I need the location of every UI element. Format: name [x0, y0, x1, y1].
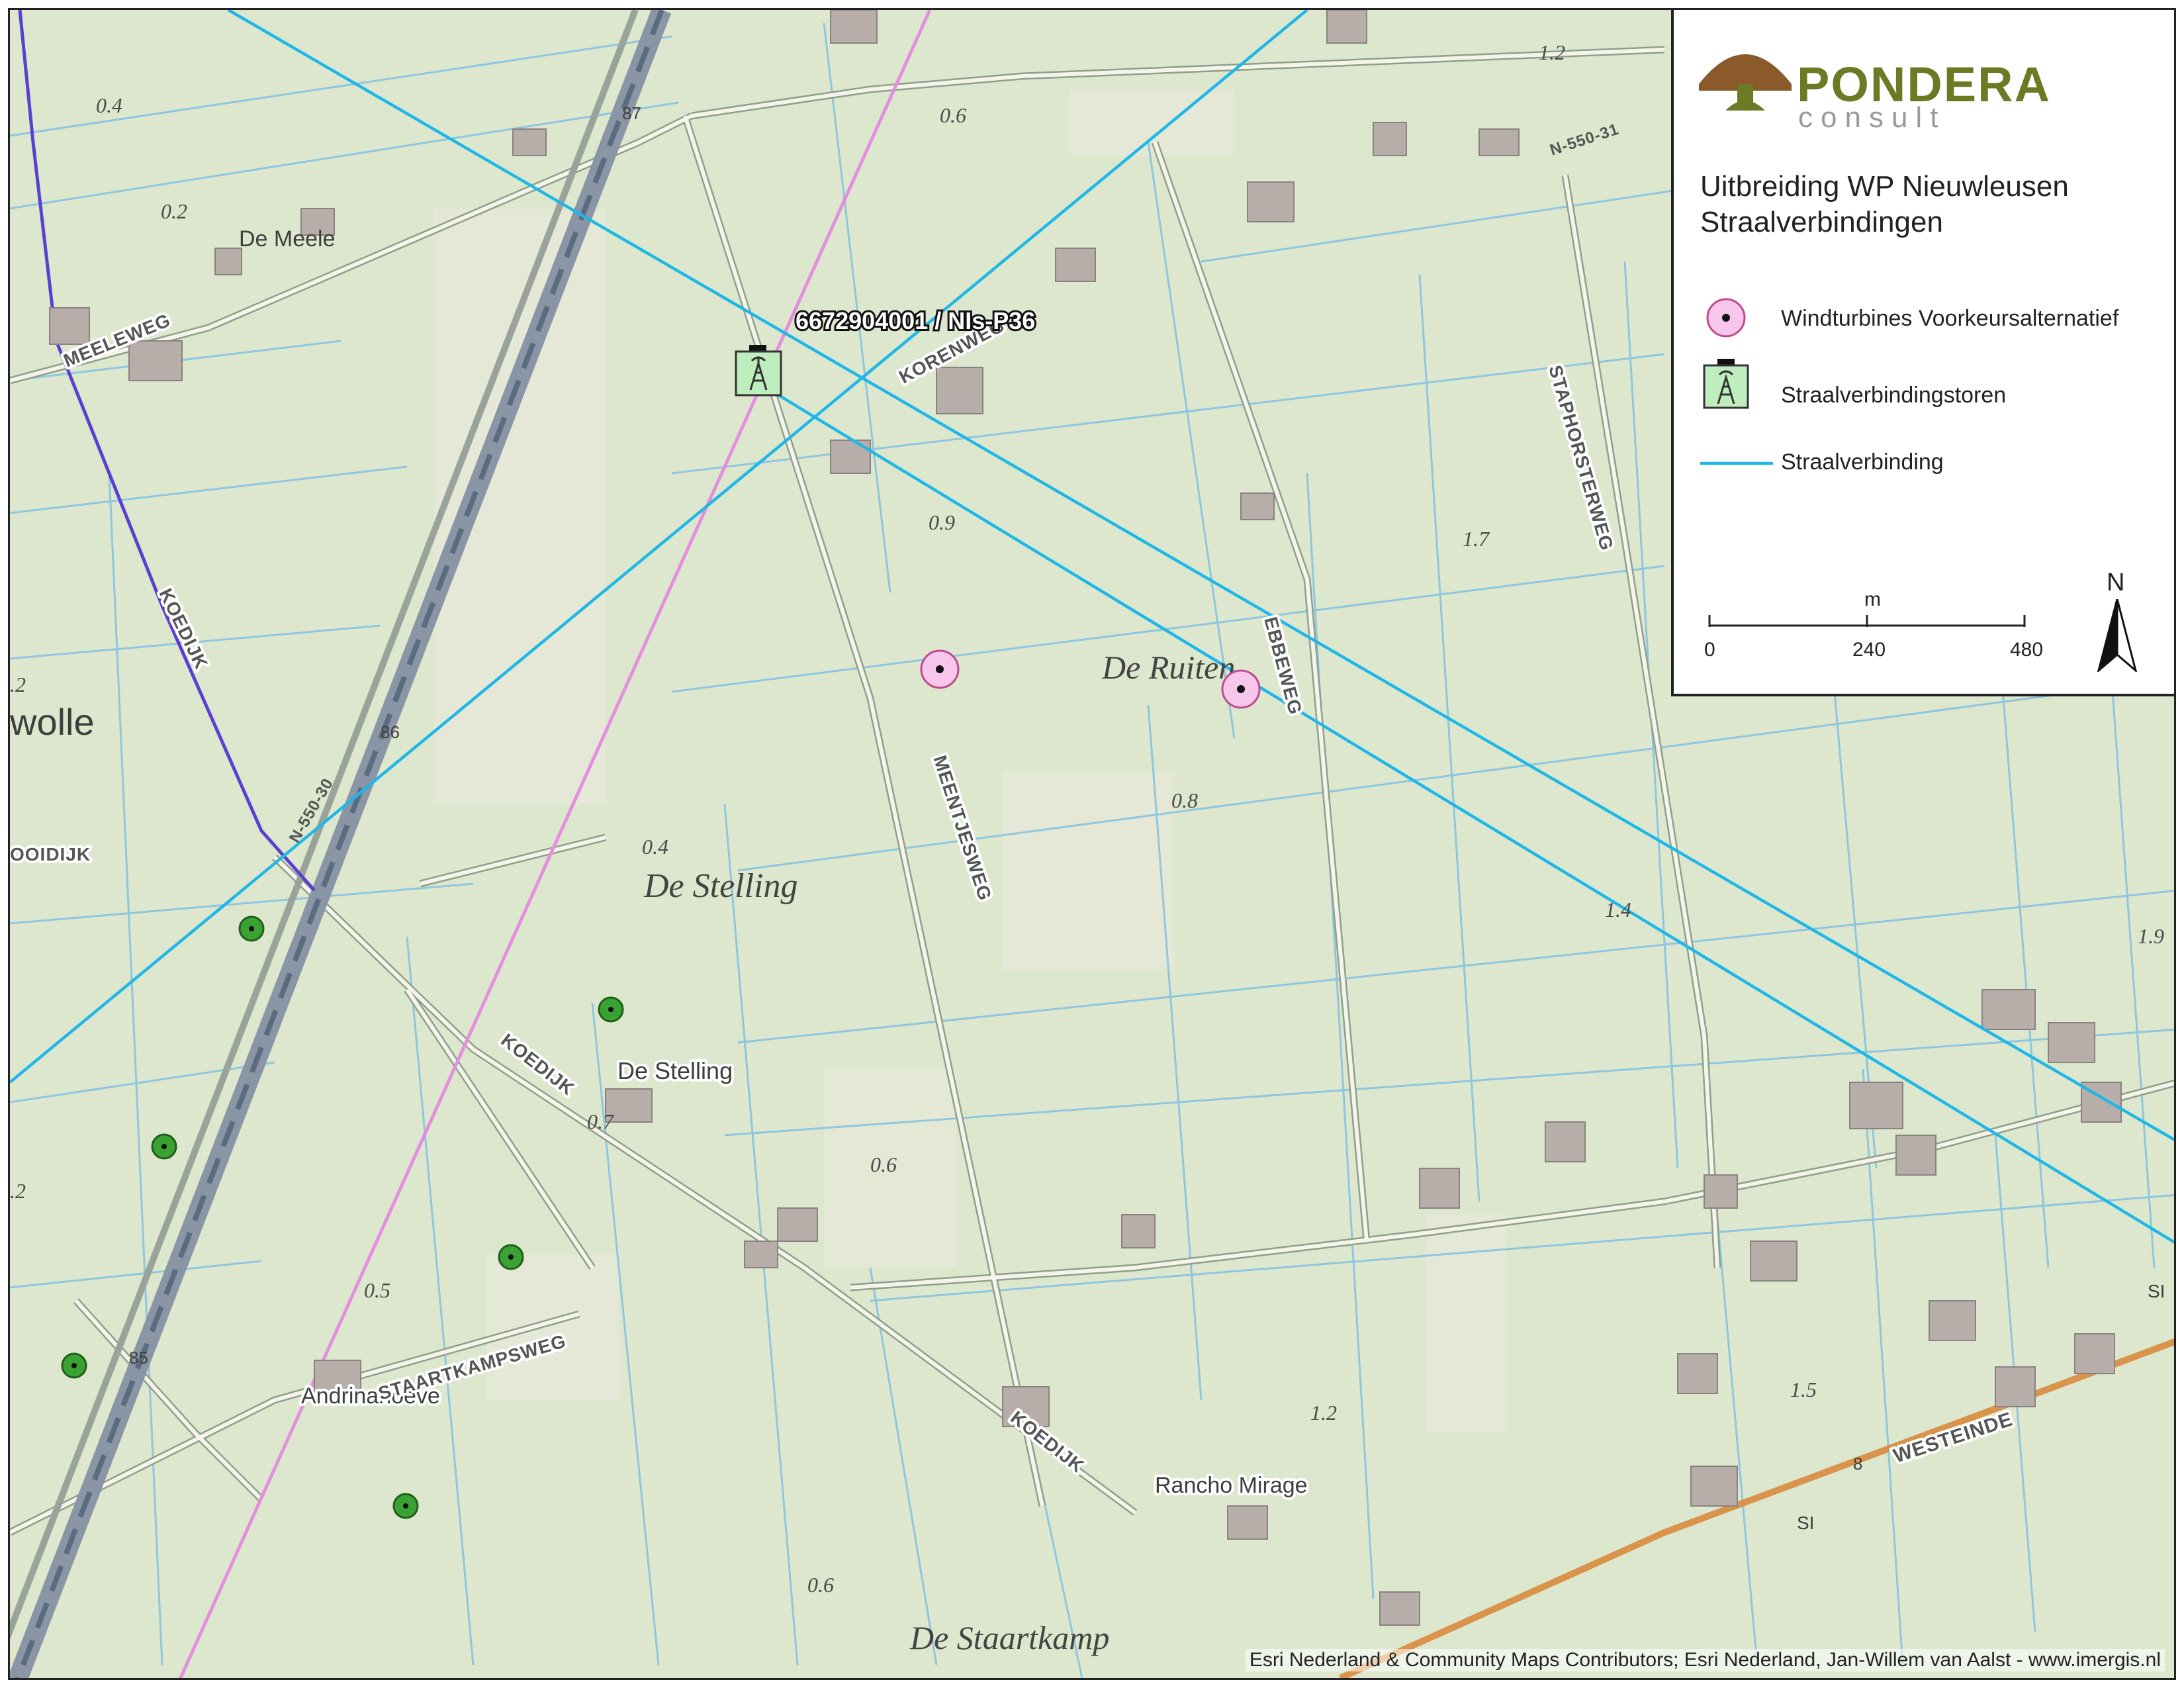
existing-turbine: [151, 1133, 177, 1160]
km-marker: 8: [1853, 1454, 1862, 1474]
legend-symbol-turbine: [1706, 298, 1746, 338]
existing-turbine: [392, 1493, 419, 1519]
map-subtitle: Straalverbindingen: [1700, 206, 1943, 238]
km-marker: 85: [129, 1348, 148, 1368]
proposed-turbine[interactable]: [1221, 669, 1261, 709]
legend-label-beam: Straalverbinding: [1781, 449, 1944, 475]
place-label-zwolle: wolle: [10, 701, 95, 743]
map-abbrev-label: SI: [1797, 1513, 1814, 1533]
legend-label-tower: Straalverbindingstoren: [1781, 383, 2007, 408]
elevation-label: .2: [10, 1179, 26, 1203]
elevation-label: 0.4: [96, 93, 122, 117]
field-light-4: [1426, 1215, 1506, 1433]
elevation-label: 1.4: [1605, 898, 1631, 921]
elevation-label: .2: [10, 673, 26, 696]
elevation-label: 1.9: [2138, 924, 2164, 948]
legend-label-turbines: Windturbines Voorkeursalternatief: [1781, 306, 2119, 331]
field-light-2: [1003, 771, 1175, 970]
elevation-label: 1.2: [1310, 1401, 1337, 1425]
elevation-label: 0.8: [1171, 788, 1198, 812]
elevation-label: 1.5: [1790, 1378, 1817, 1401]
elevation-label: 0.7: [587, 1109, 615, 1133]
elevation-label: 0.4: [642, 835, 668, 859]
scale-tick-0: 0: [1704, 639, 1715, 661]
place-label-rancho-mirage: Rancho Mirage: [1155, 1473, 1308, 1498]
field-light-1: [433, 209, 606, 804]
place-label-de-ruiten: De Ruiten: [1101, 649, 1235, 686]
place-label-de-meele-1: De Meele: [239, 226, 336, 252]
map-abbrev-label: SI: [2148, 1281, 2165, 1301]
elevation-label: 0.9: [929, 510, 955, 534]
legend-panel: PONDERA consult Uitbreiding WP Nieuwleus…: [1671, 10, 2174, 696]
existing-turbine: [598, 996, 624, 1023]
road-label-ooidijk: OOIDIJK: [10, 844, 91, 865]
scale-tick-480: 480: [2010, 639, 2044, 661]
scale-unit: m: [1864, 588, 1881, 610]
field-light-6: [486, 1254, 619, 1400]
elevation-label: 0.5: [364, 1278, 390, 1302]
legend-symbol-tower: [1703, 359, 1749, 409]
field-light-5: [1069, 89, 1234, 156]
km-marker: 86: [381, 722, 400, 742]
existing-turbine: [238, 915, 265, 942]
north-label: N: [2107, 569, 2125, 596]
tower-label: 6672904001 / NIs-P36: [796, 307, 1035, 334]
pondera-logo-icon: [1699, 54, 1792, 111]
place-label-de-stelling-1: De Stelling: [643, 867, 798, 905]
elevation-label: 1.7: [1463, 527, 1490, 551]
elevation-label: 0.6: [940, 103, 966, 127]
legend-symbol-beam: [1700, 461, 1773, 465]
map-title: Uitbreiding WP Nieuwleusen: [1700, 170, 2069, 203]
north-arrow-icon: [2097, 599, 2137, 672]
elevation-label: 0.2: [161, 199, 187, 223]
scale-bar: [1708, 615, 2026, 627]
proposed-turbine[interactable]: [920, 649, 960, 689]
logo-subtitle: consult: [1798, 101, 1946, 134]
existing-turbine: [61, 1352, 87, 1379]
attribution-text: Esri Nederland & Community Maps Contribu…: [1245, 1649, 2165, 1671]
scale-tick-240: 240: [1852, 639, 1886, 661]
place-label-de-stelling-2: De Stelling: [617, 1057, 733, 1084]
existing-turbine: [498, 1244, 524, 1270]
elevation-label: 0.6: [807, 1573, 834, 1597]
km-marker: 87: [622, 103, 641, 123]
radio-tower-marker[interactable]: [735, 345, 782, 397]
place-label-de-staartkamp: De Staartkamp: [909, 1619, 1109, 1656]
elevation-label: 0.6: [870, 1152, 897, 1176]
elevation-label: 1.2: [1539, 40, 1565, 64]
map-frame[interactable]: De Meele De Ruiten De Stelling De Stelli…: [8, 8, 2176, 1680]
